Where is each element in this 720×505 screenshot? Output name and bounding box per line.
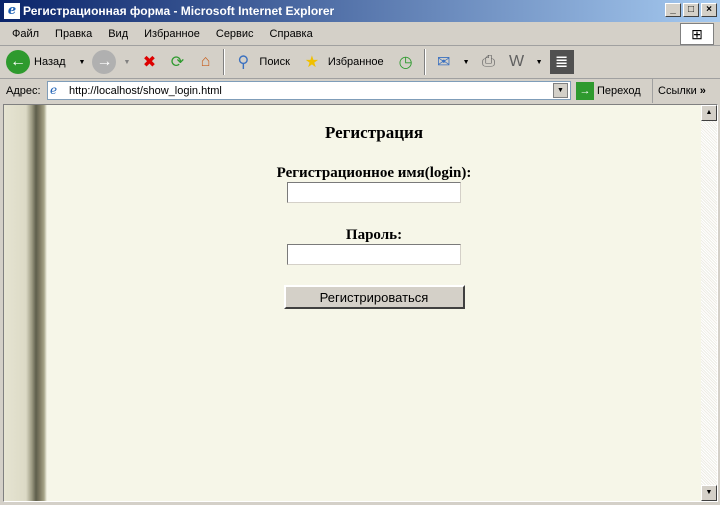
windows-logo-icon: ⊞ (680, 23, 714, 45)
address-input[interactable]: e http://localhost/show_login.html ▼ (47, 81, 571, 100)
messenger-icon[interactable]: ≣ (549, 50, 574, 74)
address-bar: Адрес: e http://localhost/show_login.htm… (0, 79, 720, 103)
back-button[interactable]: Назад (34, 56, 66, 68)
maximize-button[interactable]: □ (683, 3, 699, 17)
links-label: Ссылки (658, 85, 697, 97)
search-icon[interactable]: ⚲ (231, 50, 255, 74)
back-dropdown-icon[interactable]: ▼ (79, 59, 86, 66)
menu-edit[interactable]: Правка (47, 28, 100, 40)
menu-help[interactable]: Справка (262, 28, 321, 40)
background-edge-decoration (4, 105, 47, 501)
toolbar: ← Назад ▼ → ▼ ✖ ⟳ ⌂ ⚲ Поиск ★ Избранное … (0, 46, 720, 79)
login-input[interactable] (287, 182, 461, 203)
page-content: Регистрация Регистрационное имя(login): … (3, 104, 718, 502)
separator (223, 49, 226, 75)
home-icon[interactable]: ⌂ (193, 50, 217, 74)
scroll-up-icon[interactable]: ▲ (701, 105, 717, 121)
go-label: Переход (597, 85, 641, 97)
favorites-button[interactable]: Избранное (328, 56, 384, 68)
menu-file[interactable]: Файл (4, 28, 47, 40)
stop-icon[interactable]: ✖ (137, 50, 161, 74)
mail-icon[interactable]: ✉ (432, 50, 456, 74)
window-title: Регистрационная форма - Microsoft Intern… (23, 4, 335, 18)
vertical-scrollbar[interactable]: ▲ ▼ (701, 105, 717, 501)
minimize-button[interactable]: _ (665, 3, 681, 17)
address-dropdown-icon[interactable]: ▼ (553, 83, 568, 98)
password-input[interactable] (287, 244, 461, 265)
back-icon[interactable]: ← (6, 50, 30, 74)
login-label: Регистрационное имя(login): (276, 165, 472, 181)
page-icon: e (50, 83, 58, 97)
forward-dropdown-icon[interactable]: ▼ (123, 59, 130, 66)
address-url[interactable]: http://localhost/show_login.html (69, 85, 222, 97)
go-button[interactable]: → Переход (576, 82, 641, 100)
scroll-down-icon[interactable]: ▼ (701, 485, 717, 501)
search-button[interactable]: Поиск (259, 56, 289, 68)
title-bar: e Регистрационная форма - Microsoft Inte… (0, 0, 720, 22)
address-label: Адрес: (6, 85, 41, 97)
page-heading: Регистрация (324, 123, 424, 142)
favorites-star-icon[interactable]: ★ (300, 50, 324, 74)
password-label: Пароль: (345, 227, 403, 243)
print-icon[interactable]: ⎙ (477, 50, 501, 74)
mail-dropdown-icon[interactable]: ▼ (463, 59, 470, 66)
menu-tools[interactable]: Сервис (208, 28, 262, 40)
ie-logo-icon: e (4, 3, 20, 19)
edit-dropdown-icon[interactable]: ▼ (536, 59, 543, 66)
refresh-icon[interactable]: ⟳ (165, 50, 189, 74)
links-button[interactable]: Ссылки » (652, 79, 706, 103)
forward-icon[interactable]: → (92, 50, 117, 74)
menu-bar: Файл Правка Вид Избранное Сервис Справка (0, 22, 720, 46)
menu-view[interactable]: Вид (100, 28, 136, 40)
separator (423, 49, 426, 75)
close-button[interactable]: × (701, 3, 717, 17)
history-icon[interactable]: ◷ (394, 50, 418, 74)
go-arrow-icon: → (576, 82, 594, 100)
edit-word-icon[interactable]: W (505, 50, 529, 74)
registration-form: Регистрация Регистрационное имя(login): … (47, 105, 701, 309)
menu-favorites[interactable]: Избранное (136, 28, 208, 40)
register-button[interactable]: Регистрироваться (283, 285, 465, 309)
